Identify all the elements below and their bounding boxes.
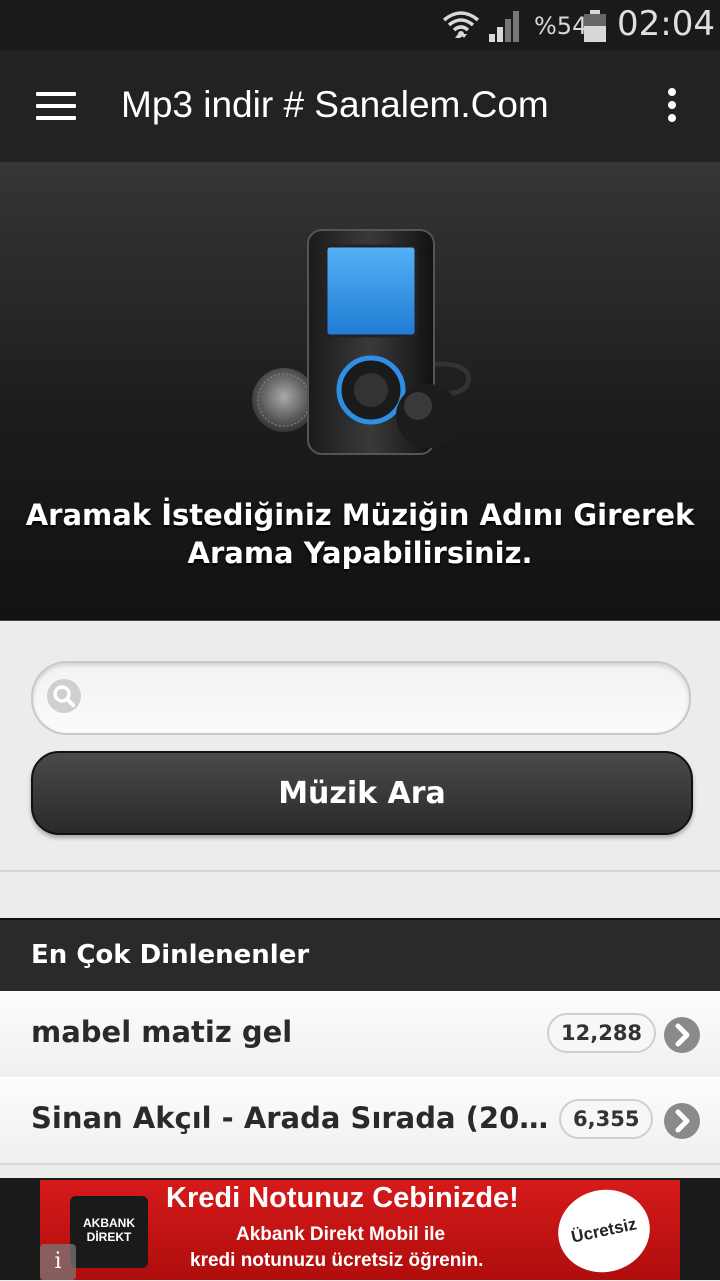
ad-info-icon[interactable]: i [40, 1244, 76, 1280]
ad-text-line: Akbank Direkt Mobil ile [236, 1224, 446, 1245]
app-bar: Mp3 indir # Sanalem.Com [0, 50, 720, 162]
list-item[interactable]: mabel matiz gel 12,288 [0, 991, 720, 1079]
list-item[interactable]: Sinan Akçıl - Arada Sırada (2015) #... 6… [0, 1077, 720, 1165]
ad-container: AKBANK DİREKT Kredi Notunuz Cebinizde! A… [0, 1178, 720, 1281]
ad-text-line: kredi notunuzu ücretsiz öğrenin. [190, 1250, 484, 1271]
free-badge: Ücretsiz [550, 1181, 658, 1281]
app-title: Mp3 indir # Sanalem.Com [121, 84, 549, 125]
ad-headline: Kredi Notunuz Cebinizde! [166, 1182, 519, 1214]
hero-banner: Aramak İstediğiniz Müziğin Adını Girerek… [0, 162, 720, 622]
most-listened-header: En Çok Dinlenenler [0, 918, 720, 992]
battery-icon [584, 10, 606, 42]
status-time: 02:04 [617, 4, 715, 44]
divider [0, 870, 720, 872]
signal-icon [489, 11, 519, 42]
search-section: Müzik Ara [0, 621, 720, 871]
more-vert-icon[interactable] [660, 88, 684, 126]
search-icon [47, 679, 81, 713]
chevron-right-icon [664, 1017, 700, 1053]
status-bar: %54 02:04 [0, 0, 720, 50]
mp3-player-icon [252, 229, 472, 455]
search-music-button[interactable]: Müzik Ara [31, 751, 693, 835]
list-item-title: mabel matiz gel [31, 1015, 293, 1049]
hero-instruction: Aramak İstediğiniz Müziğin Adını Girerek… [25, 498, 695, 570]
battery-percentage: %54 [534, 12, 588, 40]
wifi-icon [442, 11, 480, 38]
ad-banner[interactable]: AKBANK DİREKT Kredi Notunuz Cebinizde! A… [40, 1180, 680, 1281]
menu-icon[interactable] [36, 92, 76, 122]
listen-count-badge: 6,355 [559, 1099, 654, 1139]
search-input[interactable] [93, 673, 667, 723]
chevron-right-icon [664, 1103, 700, 1139]
search-field[interactable] [31, 661, 691, 735]
listen-count-badge: 12,288 [547, 1013, 657, 1053]
akbank-logo: AKBANK DİREKT [70, 1196, 148, 1268]
list-item-title: Sinan Akçıl - Arada Sırada (2015) #... [31, 1101, 559, 1135]
